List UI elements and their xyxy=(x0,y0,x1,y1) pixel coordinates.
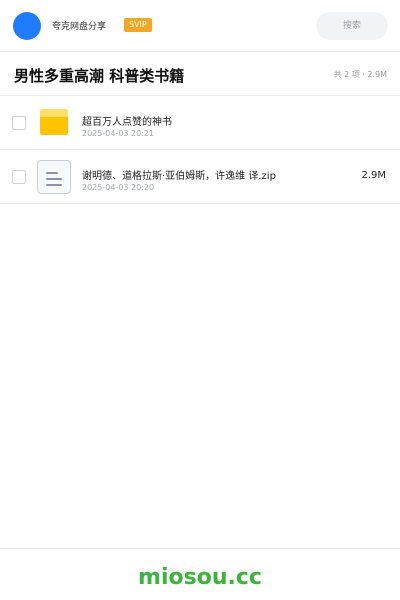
top-bar: 夸克网盘分享 SVIP 搜索 xyxy=(0,0,400,52)
select-checkbox[interactable] xyxy=(12,170,26,184)
list-item[interactable]: 超百万人点赞的神书 2025-04-03 20:21 xyxy=(0,96,400,150)
document-icon xyxy=(37,160,71,194)
share-summary: 共 2 项 · 2.9M xyxy=(333,70,387,79)
folder-icon xyxy=(40,109,68,135)
avatar[interactable] xyxy=(13,12,41,40)
file-time: 2025-04-03 20:20 xyxy=(82,183,155,192)
select-checkbox[interactable] xyxy=(12,116,26,130)
watermark-text: miosou.cc xyxy=(138,565,262,590)
file-time: 2025-04-03 20:21 xyxy=(82,129,155,138)
file-name[interactable]: 超百万人点赞的神书 xyxy=(82,113,172,128)
file-size: 2.9M xyxy=(361,170,386,181)
share-header: 男性多重高潮 科普类书籍 共 2 项 · 2.9M xyxy=(0,52,400,96)
search-input[interactable]: 搜索 xyxy=(316,12,388,40)
user-name[interactable]: 夸克网盘分享 xyxy=(52,19,106,32)
footer: miosou.cc xyxy=(0,548,400,600)
file-name[interactable]: 谢明德、道格拉斯·亚伯姆斯，许逸维 译.zip xyxy=(82,167,276,182)
list-item[interactable]: 谢明德、道格拉斯·亚伯姆斯，许逸维 译.zip 2025-04-03 20:20… xyxy=(0,150,400,204)
svip-badge: SVIP xyxy=(124,18,152,32)
page-title: 男性多重高潮 科普类书籍 xyxy=(14,67,185,85)
